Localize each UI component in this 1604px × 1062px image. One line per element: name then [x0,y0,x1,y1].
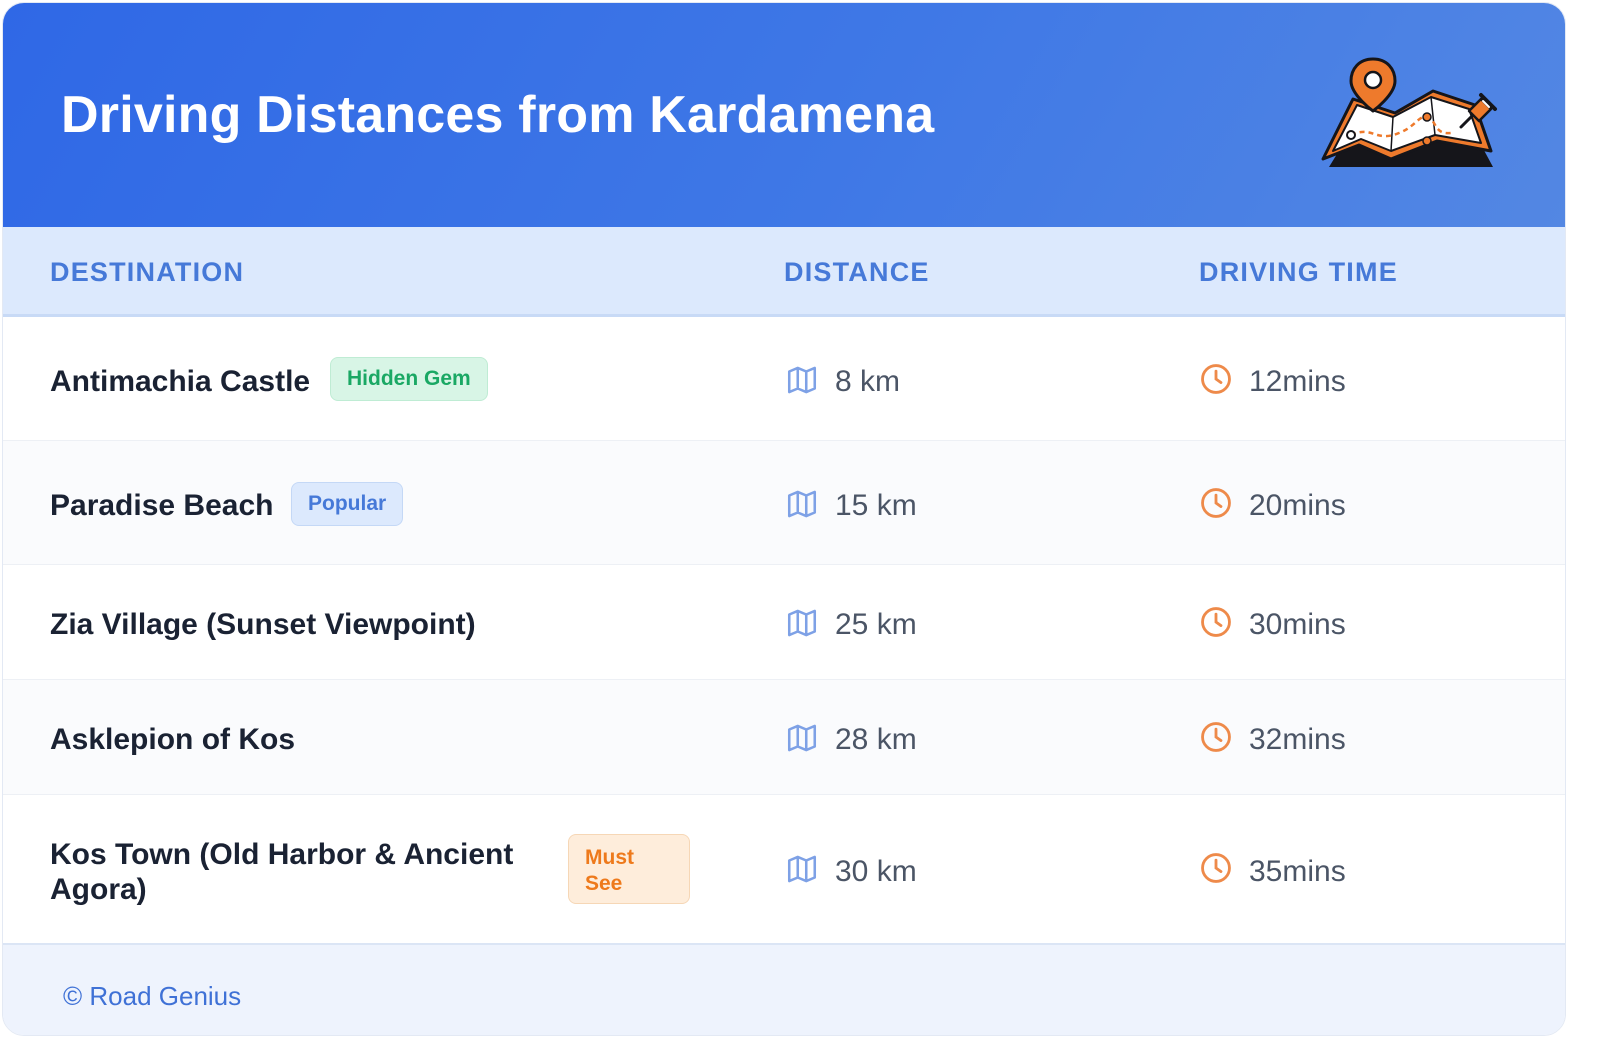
clock-icon [1201,607,1231,637]
folded-map-with-location-pin-icon [1321,57,1497,167]
map-icon [787,724,817,752]
clock-icon [1201,722,1231,752]
driving-time-value: 12mins [1249,365,1346,398]
column-header-destination: DESTINATION [50,257,245,287]
footer: © Road Genius [3,943,1565,1035]
table-row: Zia Village (Sunset Viewpoint) 25 km 30m… [3,565,1565,680]
distance-card: Driving Distances from Kardamena DESTINA… [2,2,1566,1036]
destination-name: Kos Town (Old Harbor & Ancient Agora) [50,838,514,906]
table-row: Asklepion of Kos 28 km 32mins [3,680,1565,795]
destination-name: Zia Village (Sunset Viewpoint) [50,608,476,641]
clock-icon [1201,853,1231,883]
header-banner: Driving Distances from Kardamena [3,3,1565,227]
driving-time-value: 32mins [1249,723,1346,756]
page-title: Driving Distances from Kardamena [61,86,935,144]
clock-icon [1201,364,1231,394]
distance-value: 15 km [835,489,917,522]
copyright-text: © Road Genius [63,981,242,1011]
driving-time-value: 30mins [1249,608,1346,641]
destination-name: Antimachia Castle [50,365,311,398]
must-see-badge: Must See [568,834,690,904]
clock-icon [1201,488,1231,518]
map-icon [787,366,817,394]
map-icon [787,609,817,637]
table-header: DESTINATION DISTANCE DRIVING TIME [3,227,1565,317]
popular-badge: Popular [291,482,404,526]
driving-time-value: 35mins [1249,855,1346,888]
map-icon [787,855,817,883]
distance-value: 25 km [835,608,917,641]
driving-time-value: 20mins [1249,489,1346,522]
map-icon [787,490,817,518]
column-header-distance: DISTANCE [784,257,930,287]
table-row: Paradise Beach Popular 15 km 20mins [3,441,1565,565]
hidden-gem-badge: Hidden Gem [330,357,488,401]
distance-value: 30 km [835,855,917,888]
distance-value: 8 km [835,365,901,398]
column-header-driving-time: DRIVING TIME [1199,257,1398,287]
distance-value: 28 km [835,723,917,756]
destination-name: Paradise Beach [50,489,274,522]
table-row: Kos Town (Old Harbor & Ancient Agora) Mu… [3,795,1565,943]
destination-name: Asklepion of Kos [50,723,296,756]
table-row: Antimachia Castle Hidden Gem 8 km 12mins [3,317,1565,441]
